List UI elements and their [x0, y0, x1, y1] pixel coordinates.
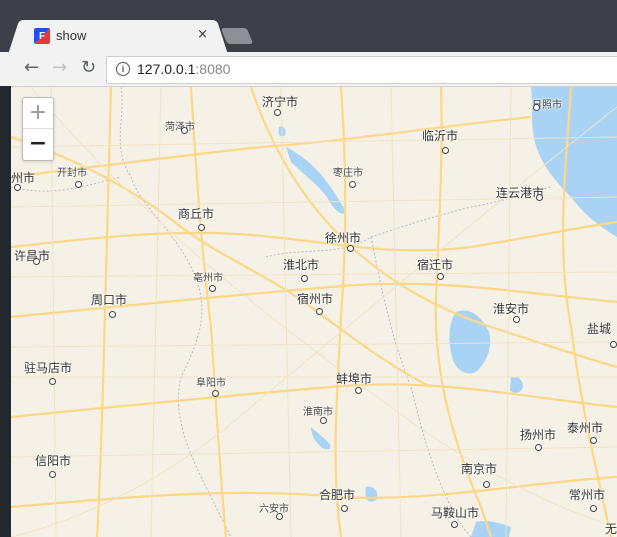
city-marker-icon — [533, 104, 540, 111]
city-label: 马鞍山市 — [431, 506, 480, 520]
city-marker-icon — [75, 181, 82, 188]
city-label: 合肥市 — [319, 488, 356, 502]
site-info-icon[interactable]: i — [116, 62, 130, 76]
address-bar[interactable]: i 127.0.0.1:8080 — [106, 56, 617, 84]
city-marker-icon — [536, 194, 543, 201]
browser-toolbar: ← → ↻ i 127.0.0.1:8080 — [0, 52, 617, 87]
back-icon[interactable]: ← — [24, 58, 39, 78]
lake-gaoyou — [510, 376, 523, 393]
city-marker-icon — [301, 275, 308, 282]
new-tab-button[interactable] — [220, 28, 254, 44]
city-label: 蚌埠市 — [336, 372, 373, 386]
city-label: 泰州市 — [567, 421, 604, 435]
city-marker-icon — [347, 245, 354, 252]
url-port: :8080 — [195, 61, 231, 77]
map-canvas[interactable]: + − 济宁市 日照市 菏泽市 临沂市 开封市 枣庄市 连云港市 商丘市 徐州市 许昌市 淮北市 宿迁… — [11, 87, 617, 537]
city-marker-icon — [513, 316, 520, 323]
window-edge — [0, 86, 11, 537]
city-label: 许昌市 — [14, 249, 51, 263]
city-marker-icon — [316, 308, 323, 315]
zoom-control: + − — [22, 97, 54, 161]
city-label: 常州市 — [569, 488, 606, 502]
city-label: 淮南市 — [303, 407, 333, 418]
city-marker-icon — [451, 521, 458, 528]
city-marker-icon — [483, 481, 490, 488]
city-marker-icon — [274, 109, 281, 116]
city-marker-icon — [610, 341, 617, 348]
city-marker-icon — [212, 390, 219, 397]
city-label: 六安市 — [259, 504, 289, 515]
url-text[interactable]: 127.0.0.1:8080 — [137, 61, 230, 77]
city-marker-icon — [355, 387, 362, 394]
city-label: 济宁市 — [262, 95, 299, 109]
lake-chao — [365, 486, 378, 502]
tab-title: show — [56, 28, 87, 43]
city-label: 亳州市 — [193, 273, 223, 284]
forward-icon[interactable]: → — [52, 58, 67, 78]
city-marker-icon — [276, 513, 283, 520]
city-label: 扬州市 — [520, 428, 557, 442]
reload-icon[interactable]: ↻ — [81, 58, 96, 78]
city-label: 宿州市 — [297, 292, 334, 306]
city-label: 阜阳市 — [196, 378, 226, 389]
city-label: 州市 — [11, 171, 36, 185]
city-marker-icon — [198, 224, 205, 231]
lake-small-2 — [311, 427, 331, 450]
city-marker-icon — [320, 417, 327, 424]
city-label: 淮北市 — [283, 258, 320, 272]
city-label: 驻马店市 — [24, 361, 73, 375]
zoom-out-button[interactable]: − — [23, 129, 53, 159]
city-label: 商丘市 — [178, 207, 215, 221]
city-label: 信阳市 — [35, 454, 72, 468]
city-label: 周口市 — [91, 293, 128, 307]
city-marker-icon — [209, 285, 216, 292]
city-marker-icon — [535, 444, 542, 451]
city-label: 菏泽市 — [165, 122, 195, 133]
city-label: 临沂市 — [422, 129, 459, 143]
city-marker-icon — [33, 258, 40, 265]
city-marker-icon — [181, 127, 188, 134]
city-label: 无锡 — [605, 522, 617, 536]
city-marker-icon — [442, 147, 449, 154]
city-marker-icon — [49, 471, 56, 478]
tab-close-icon[interactable]: × — [197, 27, 208, 42]
city-marker-icon — [590, 437, 597, 444]
city-marker-icon — [49, 378, 56, 385]
city-label: 枣庄市 — [333, 168, 363, 179]
city-marker-icon — [341, 505, 348, 512]
city-label: 宿迁市 — [417, 258, 454, 272]
browser-tab[interactable]: F show × — [22, 20, 214, 52]
city-marker-icon — [590, 505, 597, 512]
browser-tab-strip: F show × — [0, 0, 617, 52]
city-marker-icon — [14, 184, 21, 191]
city-label: 南京市 — [461, 462, 498, 476]
city-marker-icon — [437, 273, 444, 280]
url-host: 127.0.0.1 — [137, 61, 196, 77]
zoom-in-button[interactable]: + — [23, 98, 53, 129]
page-favicon-icon: F — [34, 28, 50, 44]
city-label: 淮安市 — [493, 302, 530, 316]
city-label: 盐城 — [587, 322, 612, 336]
city-marker-icon — [349, 181, 356, 188]
city-label: 徐州市 — [325, 231, 362, 245]
city-marker-icon — [109, 311, 116, 318]
city-label: 开封市 — [57, 168, 87, 179]
